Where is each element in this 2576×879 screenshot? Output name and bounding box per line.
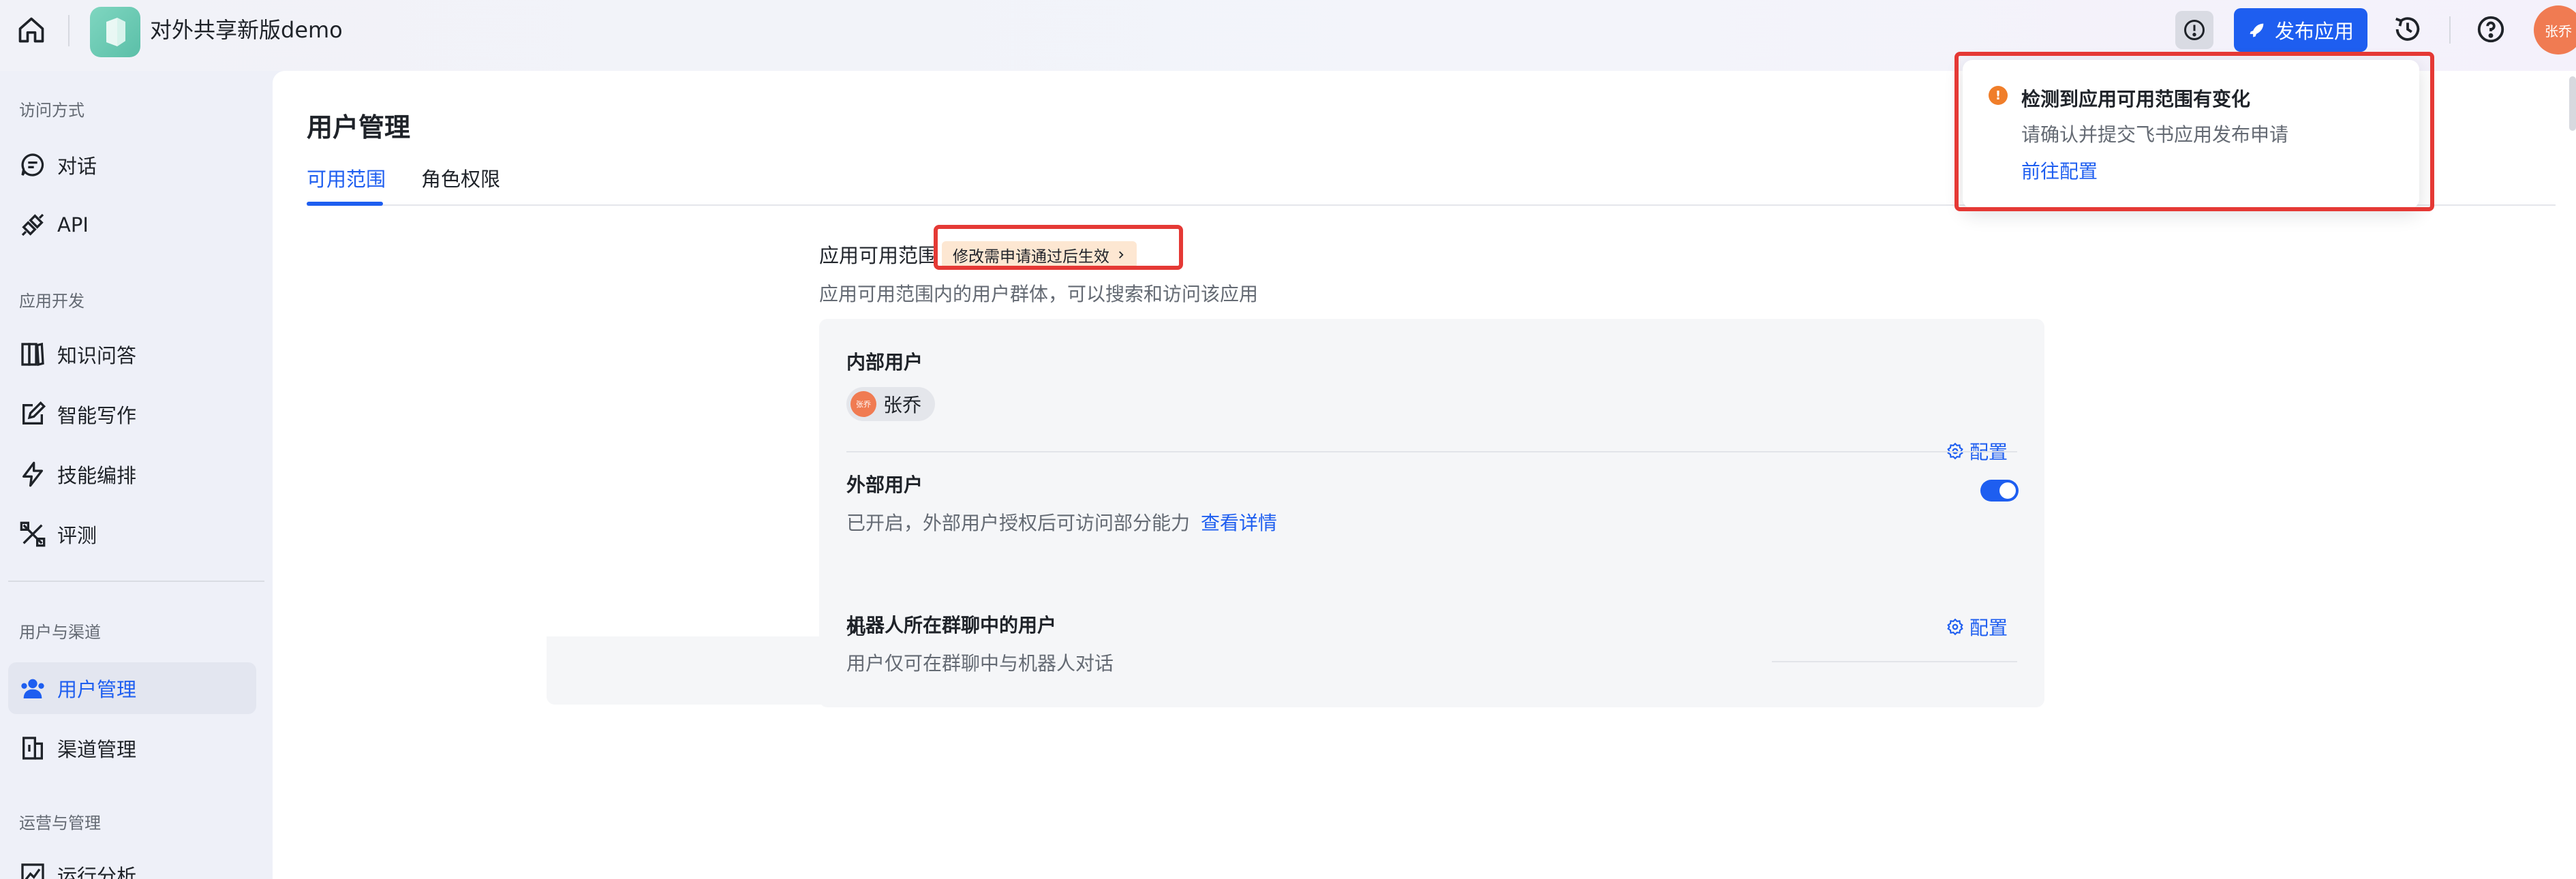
sidebar-item-skill-orchestration[interactable]: 技能编排: [8, 448, 256, 500]
tab-role-permissions[interactable]: 角色权限: [421, 164, 500, 192]
api-icon: [21, 213, 44, 236]
tools-icon: [20, 521, 46, 547]
external-users-description: 已开启，外部用户授权后可访问部分能力 查看详情: [846, 508, 1277, 536]
sidebar-item-api[interactable]: API: [8, 199, 256, 251]
scope-change-popover: ! 检测到应用可用范围有变化 请确认并提交飞书应用发布申请 前往配置: [1963, 60, 2419, 209]
external-users-title: 外部用户: [846, 474, 923, 496]
sidebar: 访问方式 对话 API 应用开发 知识问答 智能写作 技能编排 评测 用户与渠道…: [0, 71, 273, 879]
scope-tag-text: 修改需申请通过后生效: [953, 248, 1109, 266]
scope-description: 应用可用范围内的用户群体，可以搜索和访问该应用: [819, 283, 1259, 305]
sidebar-item-smart-writing[interactable]: 智能写作: [8, 388, 256, 440]
sidebar-item-label: 智能写作: [57, 404, 137, 427]
sidebar-item-label: 技能编排: [57, 464, 137, 487]
user-avatar[interactable]: 张乔: [2534, 5, 2576, 55]
alert-button[interactable]: [2175, 11, 2213, 49]
external-users-toggle[interactable]: [1980, 480, 2019, 502]
sidebar-item-label: 渠道管理: [57, 738, 137, 761]
user-chip: 张乔 张乔: [846, 387, 936, 421]
sidebar-item-evaluation[interactable]: 评测: [8, 508, 256, 560]
home-icon[interactable]: [16, 15, 46, 45]
go-to-config-link[interactable]: 前往配置: [2021, 157, 2098, 184]
rocket-icon: [2250, 23, 2264, 37]
config-label: 配置: [1969, 617, 2008, 639]
sidebar-item-label: 运行分析: [57, 865, 137, 879]
chat-icon: [21, 153, 44, 176]
tab-availability-scope[interactable]: 可用范围: [307, 164, 386, 192]
chart-icon: [21, 863, 44, 879]
warning-icon: !: [1989, 86, 2008, 105]
topbar-divider: [2449, 16, 2451, 44]
sidebar-item-label: 知识问答: [57, 344, 137, 367]
sidebar-section-title: 访问方式: [19, 101, 85, 120]
alert-icon: [2184, 20, 2205, 40]
internal-users-title: 内部用户: [846, 351, 923, 373]
history-icon[interactable]: [2392, 14, 2423, 45]
external-status-text: 已开启，外部用户授权后可访问部分能力: [846, 512, 1191, 534]
write-icon: [22, 401, 46, 425]
page-title: 用户管理: [307, 112, 411, 142]
view-details-link[interactable]: 查看详情: [1201, 512, 1277, 534]
chevron-right-icon: [1119, 251, 1124, 259]
external-config-button[interactable]: 配置: [1946, 613, 2008, 641]
sidebar-item-label: 评测: [57, 524, 97, 547]
sidebar-section-title: 应用开发: [19, 292, 85, 311]
book-icon: [21, 342, 44, 367]
app-logo: [90, 7, 140, 57]
publish-button[interactable]: 发布应用: [2234, 8, 2367, 52]
gear-icon: [1947, 618, 1963, 636]
users-icon: [21, 679, 44, 698]
sidebar-item-channel-management[interactable]: 渠道管理: [8, 722, 256, 774]
user-chip-name: 张乔: [883, 394, 922, 416]
active-tab-indicator: [307, 202, 383, 206]
lightning-icon: [22, 461, 43, 487]
toggle-knob: [1999, 482, 2016, 499]
bot-group-description: 用户仅可在群聊中与机器人对话: [846, 652, 1114, 675]
sidebar-item-label: API: [57, 213, 89, 236]
sidebar-item-label: 对话: [57, 155, 97, 178]
section-divider: [846, 451, 2017, 452]
sidebar-section-title: 用户与渠道: [19, 623, 101, 642]
scope-change-tag[interactable]: 修改需申请通过后生效: [942, 241, 1137, 268]
sidebar-item-run-analysis[interactable]: 运行分析: [8, 849, 256, 879]
popover-description: 请确认并提交飞书应用发布申请: [2021, 123, 2289, 146]
scope-label: 应用可用范围: [819, 244, 938, 267]
bot-group-panel: [547, 636, 1772, 705]
popover-title: 检测到应用可用范围有变化: [2021, 88, 2251, 110]
sidebar-item-chat[interactable]: 对话: [8, 139, 256, 191]
publish-label: 发布应用: [2274, 20, 2354, 43]
scrollbar-handle[interactable]: [2569, 76, 2576, 131]
sidebar-item-label: 用户管理: [57, 678, 137, 701]
sidebar-item-user-management[interactable]: 用户管理: [8, 662, 256, 714]
sidebar-item-knowledge-qa[interactable]: 知识问答: [8, 328, 256, 380]
app-name[interactable]: 对外共享新版demo: [150, 15, 343, 45]
bot-group-title: 机器人所在群聊中的用户: [846, 614, 1057, 636]
channel-icon: [22, 737, 43, 760]
help-icon[interactable]: [2475, 14, 2506, 45]
sidebar-divider: [8, 581, 264, 582]
topbar-divider: [68, 15, 70, 46]
sidebar-section-title: 运营与管理: [19, 814, 101, 833]
avatar: 张乔: [850, 391, 876, 417]
